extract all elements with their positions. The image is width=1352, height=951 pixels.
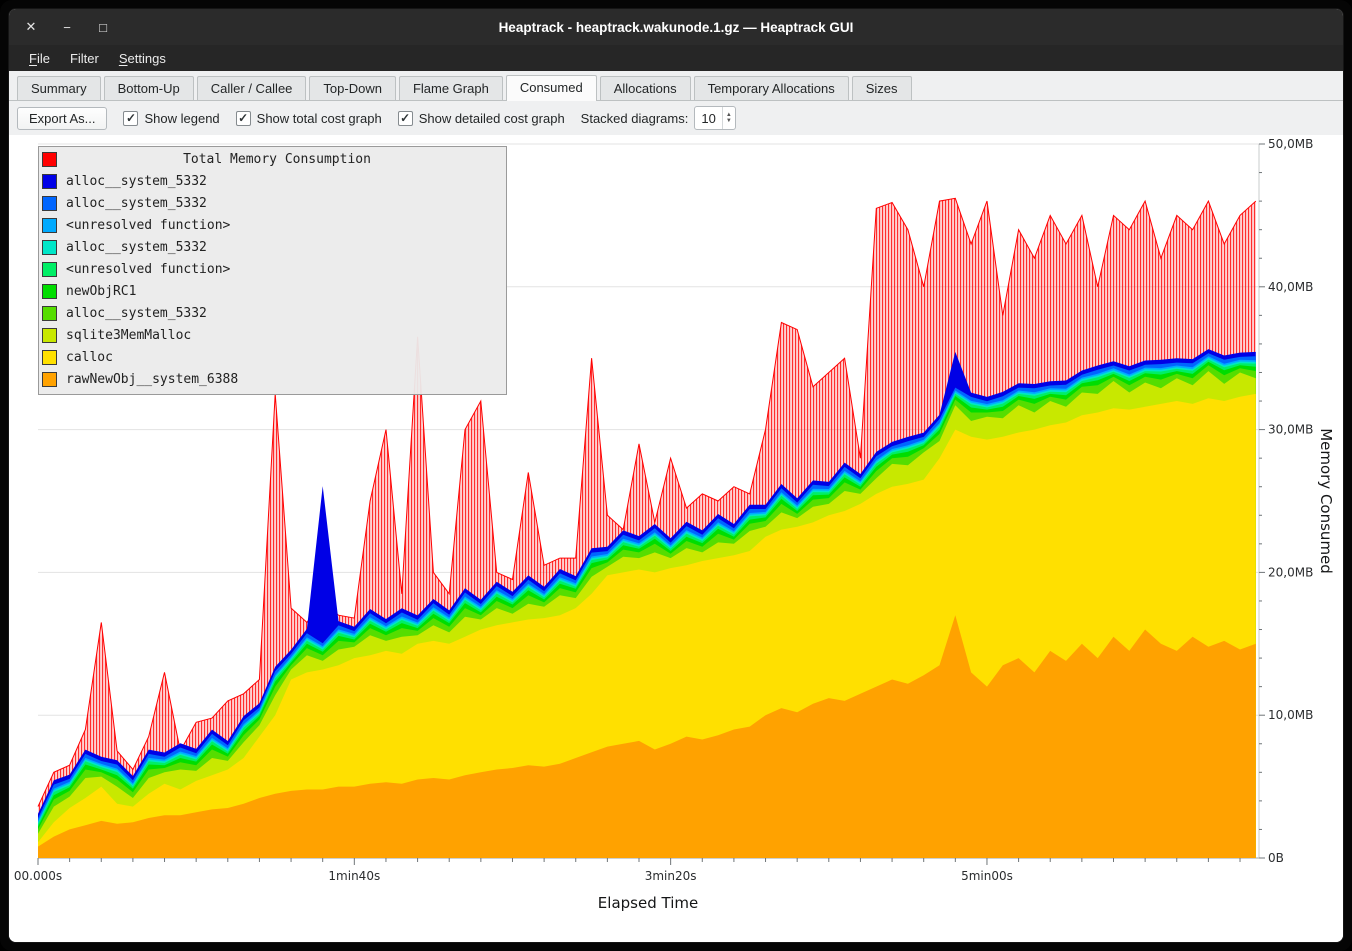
- stacked-diagrams-group: Stacked diagrams: 10 ▲ ▼: [581, 106, 736, 130]
- stacked-diagrams-value: 10: [695, 107, 721, 129]
- menu-item-filter[interactable]: Filter: [60, 48, 109, 69]
- legend-title-row: Total Memory Consumption: [39, 148, 506, 170]
- checkbox-show-total-cost-graph[interactable]: ✓ Show total cost graph: [236, 111, 382, 126]
- legend-item-label: alloc__system_5332: [66, 306, 207, 321]
- stacked-diagrams-label: Stacked diagrams:: [581, 111, 689, 126]
- legend-swatch: [42, 262, 57, 277]
- y-tick-label: 50,0MB: [1268, 137, 1313, 151]
- window-controls: ✕−□: [21, 17, 113, 37]
- legend-item-label: <unresolved function>: [66, 218, 230, 233]
- tab-sizes[interactable]: Sizes: [852, 76, 912, 100]
- x-tick-label: 00.000s: [14, 869, 62, 883]
- chart-legend: Total Memory Consumption alloc__system_53…: [38, 146, 507, 395]
- legend-item-label: alloc__system_5332: [66, 240, 207, 255]
- y-axis-label: Memory Consumed: [1317, 428, 1335, 574]
- y-tick-label: 0B: [1268, 851, 1284, 865]
- tab-summary[interactable]: Summary: [17, 76, 101, 100]
- legend-swatch: [42, 284, 57, 299]
- tab-temporary-allocations[interactable]: Temporary Allocations: [694, 76, 849, 100]
- menu-item-file[interactable]: File: [19, 48, 60, 69]
- legend-item-sqlite3memmalloc: sqlite3MemMalloc: [39, 324, 506, 346]
- checkbox-box-icon[interactable]: ✓: [398, 111, 413, 126]
- y-tick-label: 10,0MB: [1268, 708, 1313, 722]
- legend-item-rawnewobj-system-6388: rawNewObj__system_6388: [39, 368, 506, 390]
- legend-item-unresolved-function: <unresolved function>: [39, 214, 506, 236]
- legend-item-alloc-system-5332: alloc__system_5332: [39, 192, 506, 214]
- tab-top-down[interactable]: Top-Down: [309, 76, 396, 100]
- legend-item-unresolved-function: <unresolved function>: [39, 258, 506, 280]
- legend-swatch: [42, 372, 57, 387]
- tab-bar: SummaryBottom-UpCaller / CalleeTop-DownF…: [9, 71, 1343, 101]
- legend-item-newobjrc1: newObjRC1: [39, 280, 506, 302]
- legend-item-alloc-system-5332: alloc__system_5332: [39, 170, 506, 192]
- toolbar-checkboxes: ✓ Show legend ✓ Show total cost graph ✓ Show …: [123, 111, 564, 126]
- tab-allocations[interactable]: Allocations: [600, 76, 691, 100]
- tab-consumed[interactable]: Consumed: [506, 75, 597, 101]
- x-tick-label: 3min20s: [645, 869, 697, 883]
- legend-item-label: newObjRC1: [66, 284, 136, 299]
- window-close-icon[interactable]: ✕: [21, 17, 41, 37]
- legend-swatch: [42, 240, 57, 255]
- screen: ✕−□ Heaptrack - heaptrack.wakunode.1.gz …: [0, 0, 1352, 951]
- toolbar: Export As... ✓ Show legend ✓ Show total cos…: [9, 101, 1343, 135]
- tab-flame-graph[interactable]: Flame Graph: [399, 76, 503, 100]
- checkbox-box-icon[interactable]: ✓: [236, 111, 251, 126]
- legend-swatch: [42, 218, 57, 233]
- legend-swatch-total: [42, 152, 57, 167]
- legend-item-calloc: calloc: [39, 346, 506, 368]
- y-tick-label: 20,0MB: [1268, 565, 1313, 579]
- legend-swatch: [42, 350, 57, 365]
- stacked-diagrams-spinbox[interactable]: 10 ▲ ▼: [694, 106, 735, 130]
- y-tick-label: 40,0MB: [1268, 280, 1313, 294]
- menu-bar: FileFilterSettings: [9, 45, 1343, 71]
- checkbox-label: Show detailed cost graph: [419, 111, 565, 126]
- x-axis-label: Elapsed Time: [598, 894, 698, 912]
- tab-caller-callee[interactable]: Caller / Callee: [197, 76, 307, 100]
- menu-item-settings[interactable]: Settings: [109, 48, 176, 69]
- checkbox-box-icon[interactable]: ✓: [123, 111, 138, 126]
- checkbox-show-detailed-cost-graph[interactable]: ✓ Show detailed cost graph: [398, 111, 565, 126]
- checkbox-label: Show total cost graph: [257, 111, 382, 126]
- y-tick-label: 30,0MB: [1268, 423, 1313, 437]
- legend-item-label: alloc__system_5332: [66, 196, 207, 211]
- legend-item-alloc-system-5332: alloc__system_5332: [39, 302, 506, 324]
- legend-title: Total Memory Consumption: [66, 152, 506, 167]
- legend-item-label: <unresolved function>: [66, 262, 230, 277]
- x-tick-label: 1min40s: [328, 869, 380, 883]
- window-minimize-icon[interactable]: −: [57, 17, 77, 37]
- legend-item-label: alloc__system_5332: [66, 174, 207, 189]
- spin-buttons: ▲ ▼: [722, 107, 735, 129]
- spin-down-icon[interactable]: ▼: [726, 118, 732, 124]
- legend-swatch: [42, 174, 57, 189]
- legend-item-label: calloc: [66, 350, 113, 365]
- legend-item-label: rawNewObj__system_6388: [66, 372, 238, 387]
- legend-item-alloc-system-5332: alloc__system_5332: [39, 236, 506, 258]
- export-as-button[interactable]: Export As...: [17, 107, 107, 130]
- legend-swatch: [42, 306, 57, 321]
- tab-bottom-up[interactable]: Bottom-Up: [104, 76, 194, 100]
- heaptrack-window: ✕−□ Heaptrack - heaptrack.wakunode.1.gz …: [8, 8, 1344, 943]
- title-bar: ✕−□ Heaptrack - heaptrack.wakunode.1.gz …: [9, 9, 1343, 45]
- checkbox-show-legend[interactable]: ✓ Show legend: [123, 111, 219, 126]
- checkbox-label: Show legend: [144, 111, 219, 126]
- chart-area: 00.000s 1min40s 3min20s 5min00s 0B 10,0MB 20,0…: [9, 135, 1343, 942]
- legend-item-label: sqlite3MemMalloc: [66, 328, 191, 343]
- legend-swatch: [42, 328, 57, 343]
- window-maximize-icon[interactable]: □: [93, 17, 113, 37]
- window-title: Heaptrack - heaptrack.wakunode.1.gz — He…: [9, 20, 1343, 35]
- x-tick-label: 5min00s: [961, 869, 1013, 883]
- legend-swatch: [42, 196, 57, 211]
